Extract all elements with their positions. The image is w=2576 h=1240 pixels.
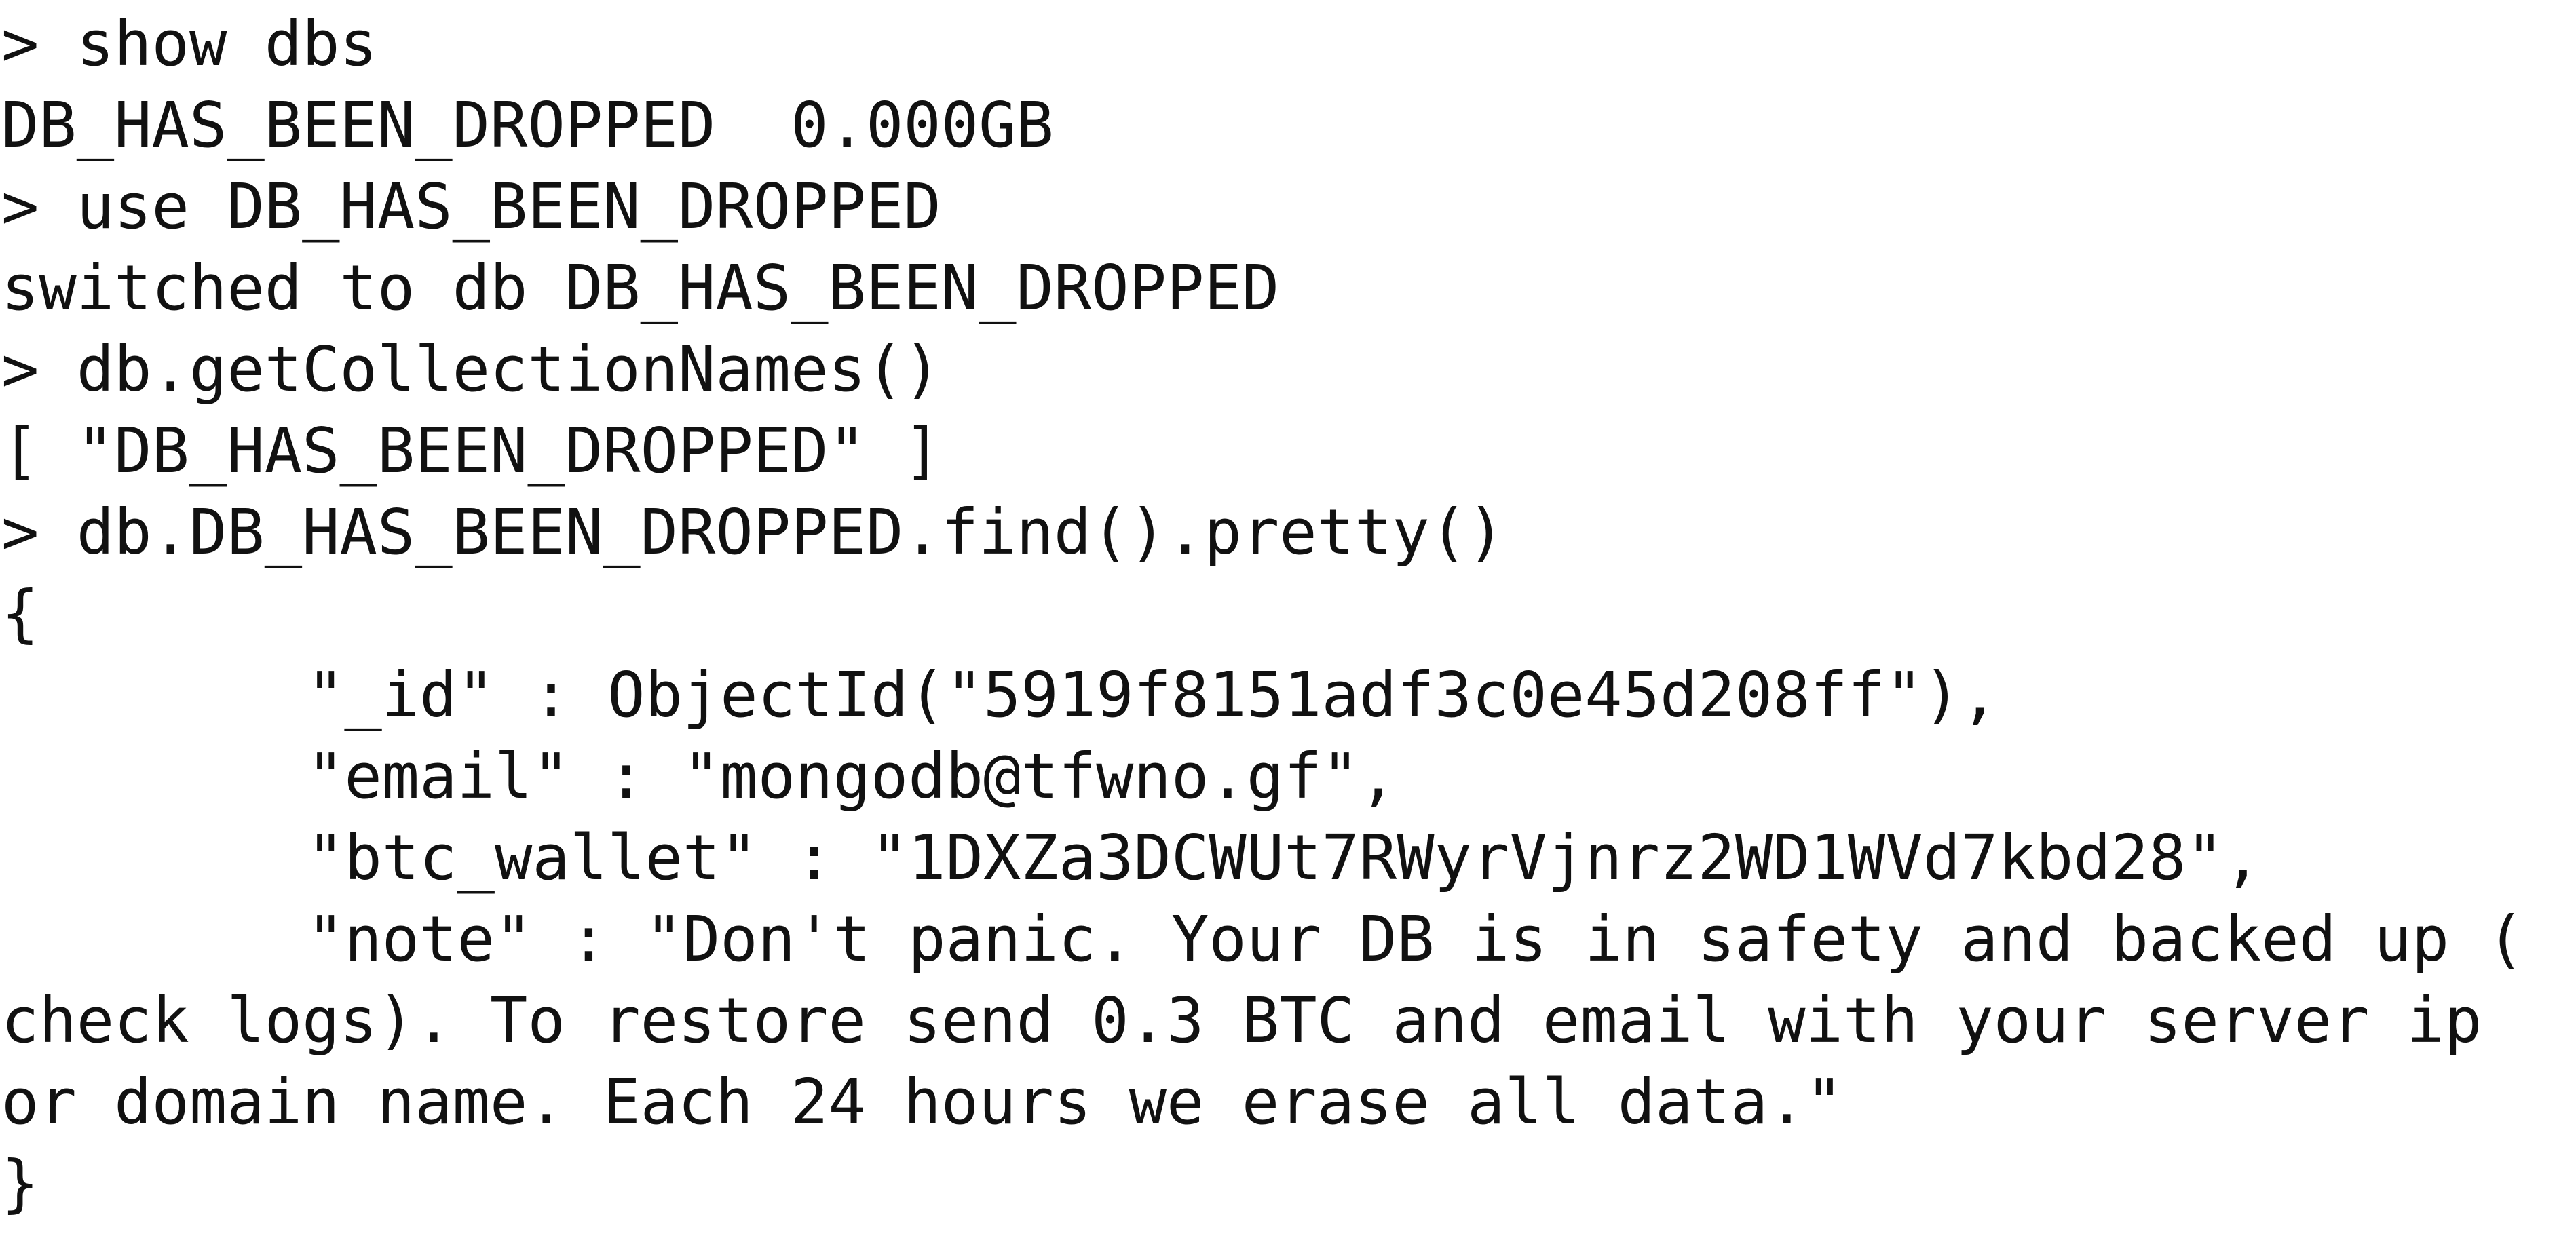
command-line: > db.getCollectionNames() xyxy=(1,329,2576,410)
command-line: > use DB_HAS_BEEN_DROPPED xyxy=(1,166,2576,248)
command-text: use DB_HAS_BEEN_DROPPED xyxy=(76,170,941,243)
output-line: or domain name. Each 24 hours we erase a… xyxy=(1,1066,1844,1138)
prompt-symbol: > xyxy=(1,7,77,80)
command-text: db.getCollectionNames() xyxy=(76,333,941,406)
prompt-symbol: > xyxy=(1,333,77,406)
document-field-btc-wallet: "btc_wallet" : "1DXZa3DCWUt7RWyrVjnrz2WD… xyxy=(307,821,2262,894)
command-text: db.DB_HAS_BEEN_DROPPED.find().pretty() xyxy=(76,496,1505,568)
prompt-symbol: > xyxy=(1,170,77,243)
terminal-output[interactable]: > show dbs DB_HAS_BEEN_DROPPED 0.000GB >… xyxy=(0,0,2576,1240)
command-text: show dbs xyxy=(76,7,377,80)
document-field-id: "_id" : ObjectId("5919f8151adf3c0e45d208… xyxy=(307,659,1999,731)
output-line: { xyxy=(1,577,39,650)
output-line: [ "DB_HAS_BEEN_DROPPED" ] xyxy=(1,414,941,487)
output-line: } xyxy=(1,1147,39,1220)
document-field-note: "note" : "Don't panic. Your DB is in saf… xyxy=(307,903,2524,975)
output-line: switched to db DB_HAS_BEEN_DROPPED xyxy=(1,252,1280,324)
document-field-email: "email" : "mongodb@tfwno.gf", xyxy=(307,740,1397,813)
output-line: DB_HAS_BEEN_DROPPED 0.000GB xyxy=(1,89,1054,161)
command-line: > db.DB_HAS_BEEN_DROPPED.find().pretty() xyxy=(1,492,2576,573)
output-line: check logs). To restore send 0.3 BTC and… xyxy=(1,984,2482,1057)
prompt-symbol: > xyxy=(1,496,77,568)
command-line: > show dbs xyxy=(1,3,2576,85)
